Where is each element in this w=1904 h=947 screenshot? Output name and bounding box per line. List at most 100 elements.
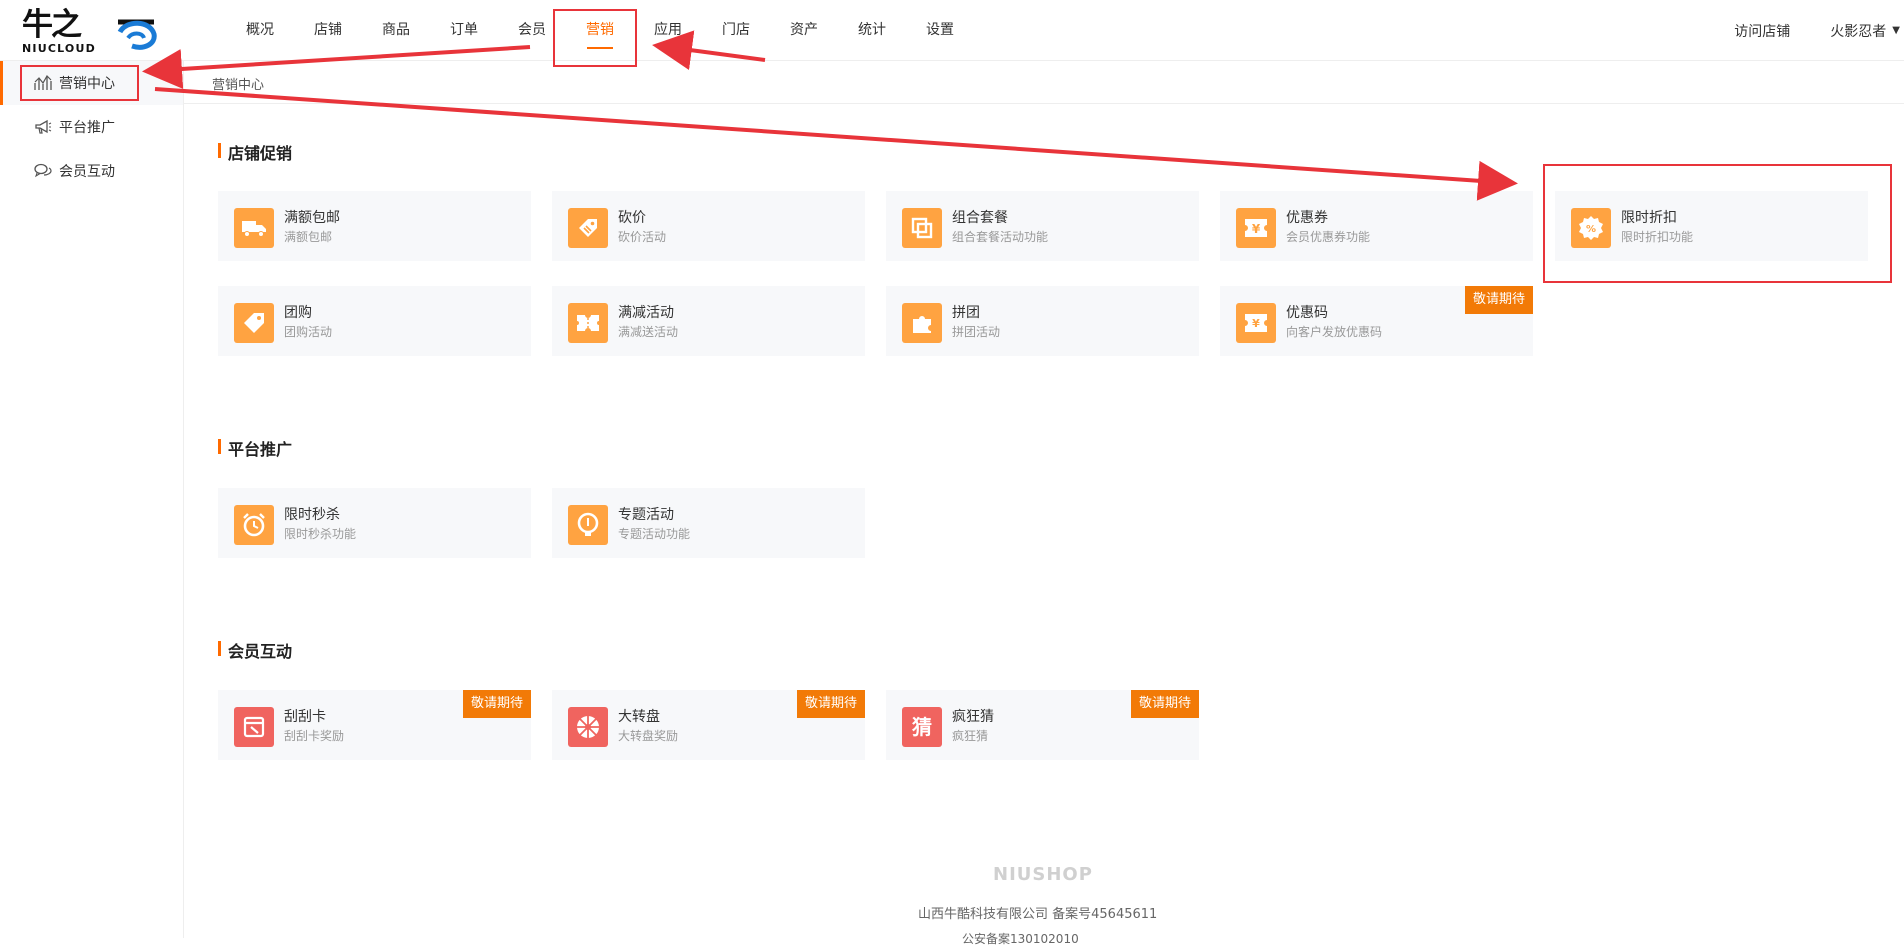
promo-code-icon: ¥ xyxy=(1236,303,1276,343)
nav-goods[interactable]: 商品 xyxy=(362,0,430,61)
card-limited-discount[interactable]: % 限时折扣 限时折扣功能 xyxy=(1555,191,1868,261)
main-nav: 概况 店铺 商品 订单 会员 营销 应用 门店 资产 统计 设置 xyxy=(226,0,974,61)
card-desc: 砍价活动 xyxy=(618,230,667,244)
wheel-icon xyxy=(568,707,608,747)
logo-english-text: NIUCLOUD xyxy=(22,42,96,55)
card-title: 满减活动 xyxy=(618,305,674,321)
svg-text:¥: ¥ xyxy=(1252,222,1261,236)
megaphone-icon xyxy=(34,118,52,136)
truck-icon xyxy=(234,208,274,248)
svg-text:¥: ¥ xyxy=(1252,317,1260,330)
breadcrumb[interactable]: 营销中心 xyxy=(212,74,264,93)
caret-down-icon[interactable]: ▼ xyxy=(1892,25,1900,36)
card-title: 限时秒杀 xyxy=(284,507,340,523)
nav-overview[interactable]: 概况 xyxy=(226,0,294,61)
footer-brand: NIUSHOP xyxy=(993,864,1093,885)
card-group-buy[interactable]: 团购 团购活动 xyxy=(218,286,531,356)
logo-swirl-icon xyxy=(117,19,157,50)
guess-glyph: 猜 xyxy=(912,715,932,739)
logo-chinese-text: 牛之 xyxy=(22,7,82,43)
nav-assets[interactable]: 资产 xyxy=(770,0,838,61)
card-desc: 满额包邮 xyxy=(284,230,333,244)
niucloud-logo[interactable]: 牛之 NIUCLOUD xyxy=(22,7,164,55)
nav-store[interactable]: 店铺 xyxy=(294,0,362,61)
card-desc: 限时折扣功能 xyxy=(1621,230,1694,244)
nav-apps[interactable]: 应用 xyxy=(634,0,702,61)
tag-icon xyxy=(234,303,274,343)
card-title: 限时折扣 xyxy=(1621,210,1677,226)
top-header: 牛之 NIUCLOUD 概况 店铺 商品 订单 会员 营销 应用 门店 资产 统… xyxy=(0,0,1904,61)
sidebar-item-label: 会员互动 xyxy=(59,164,115,180)
card-desc: 向客户发放优惠码 xyxy=(1286,325,1383,339)
coming-soon-badge: 敬请期待 xyxy=(462,690,531,718)
nav-orders[interactable]: 订单 xyxy=(430,0,498,61)
cut-price-icon xyxy=(568,208,608,248)
sidebar-item-label: 平台推广 xyxy=(59,120,115,136)
section-title-platform-promo: 平台推广 xyxy=(218,436,292,460)
coming-soon-badge: 敬请期待 xyxy=(1464,286,1533,314)
coming-soon-badge: 敬请期待 xyxy=(796,690,865,718)
card-title: 拼团 xyxy=(952,305,980,321)
card-pintuan[interactable]: 拼团 拼团活动 xyxy=(886,286,1199,356)
card-title: 组合套餐 xyxy=(952,210,1008,226)
coming-soon-badge: 敬请期待 xyxy=(1130,690,1199,718)
nav-statistics[interactable]: 统计 xyxy=(838,0,906,61)
card-title: 疯狂猜 xyxy=(952,709,994,725)
alarm-clock-icon xyxy=(234,505,274,545)
sidebar: 营销中心 平台推广 会员互动 xyxy=(0,61,184,938)
card-big-wheel[interactable]: 大转盘 大转盘奖励 敬请期待 xyxy=(552,690,865,760)
card-desc: 疯狂猜 xyxy=(952,729,989,743)
card-desc: 拼团活动 xyxy=(952,325,1001,339)
card-coupon[interactable]: ¥ 优惠券 会员优惠券功能 xyxy=(1220,191,1533,261)
scratch-card-icon xyxy=(234,707,274,747)
card-title: 优惠券 xyxy=(1286,210,1328,226)
breadcrumb-bar: 营销中心 xyxy=(184,61,1904,104)
bulb-icon xyxy=(568,505,608,545)
card-desc: 大转盘奖励 xyxy=(618,729,679,743)
card-title: 大转盘 xyxy=(618,709,660,725)
coupon-icon: ¥ xyxy=(1236,208,1276,248)
ticket-icon xyxy=(568,303,608,343)
card-desc: 刮刮卡奖励 xyxy=(284,729,345,743)
card-promo-code[interactable]: ¥ 优惠码 向客户发放优惠码 敬请期待 xyxy=(1220,286,1533,356)
sidebar-item-member-interaction[interactable]: 会员互动 xyxy=(0,149,183,193)
card-title: 优惠码 xyxy=(1286,305,1328,321)
nav-members[interactable]: 会员 xyxy=(498,0,566,61)
nav-shops[interactable]: 门店 xyxy=(702,0,770,61)
discount-icon: % xyxy=(1571,208,1611,248)
card-title: 团购 xyxy=(284,305,312,321)
nav-settings[interactable]: 设置 xyxy=(906,0,974,61)
footer-company: 山西牛酷科技有限公司 备案号45645611 xyxy=(918,907,1158,922)
card-full-reduction[interactable]: 满减活动 满减送活动 xyxy=(552,286,865,356)
combo-icon xyxy=(902,208,942,248)
card-crazy-guess[interactable]: 猜 疯狂猜 疯狂猜 敬请期待 xyxy=(886,690,1199,760)
visit-store-link[interactable]: 访问店铺 xyxy=(1734,21,1790,41)
header-right: 访问店铺 火影忍者 ▼ xyxy=(1734,0,1904,61)
card-desc: 会员优惠券功能 xyxy=(1286,230,1371,244)
chart-icon xyxy=(34,74,52,92)
sidebar-item-platform-promo[interactable]: 平台推广 xyxy=(0,105,183,149)
card-topic-activity[interactable]: 专题活动 专题活动功能 xyxy=(552,488,865,558)
card-desc: 限时秒杀功能 xyxy=(284,527,357,541)
card-title: 专题活动 xyxy=(618,507,674,523)
sidebar-item-label: 营销中心 xyxy=(59,76,115,92)
svg-text:%: % xyxy=(1586,224,1596,235)
card-bargain[interactable]: 砍价 砍价活动 xyxy=(552,191,865,261)
card-combo-package[interactable]: 组合套餐 组合套餐活动功能 xyxy=(886,191,1199,261)
card-desc: 团购活动 xyxy=(284,325,333,339)
card-title: 刮刮卡 xyxy=(284,709,326,725)
sidebar-item-marketing-center[interactable]: 营销中心 xyxy=(0,61,183,105)
card-title: 满额包邮 xyxy=(284,210,340,226)
section-title-member-interaction: 会员互动 xyxy=(218,638,292,662)
card-desc: 专题活动功能 xyxy=(618,527,691,541)
card-scratch-card[interactable]: 刮刮卡 刮刮卡奖励 敬请期待 xyxy=(218,690,531,760)
card-desc: 组合套餐活动功能 xyxy=(952,230,1049,244)
card-free-shipping[interactable]: 满额包邮 满额包邮 xyxy=(218,191,531,261)
section-title-store-promo: 店铺促销 xyxy=(218,140,292,164)
user-menu[interactable]: 火影忍者 xyxy=(1830,21,1886,41)
card-flash-sale[interactable]: 限时秒杀 限时秒杀功能 xyxy=(218,488,531,558)
nav-marketing[interactable]: 营销 xyxy=(566,0,634,61)
puzzle-icon xyxy=(902,303,942,343)
guess-icon: 猜 xyxy=(902,707,942,747)
footer-police-record: 公安备案130102010 xyxy=(962,932,1079,946)
